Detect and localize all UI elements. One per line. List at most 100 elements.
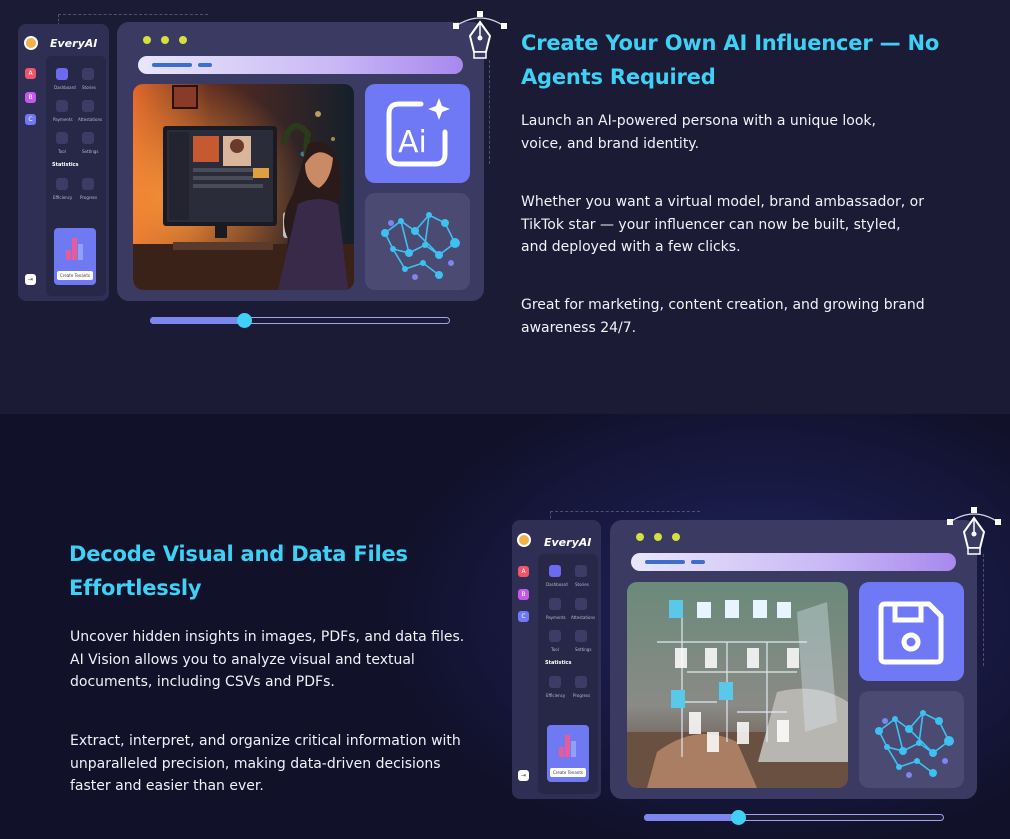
stat-label: Progress <box>573 693 591 698</box>
text-line: Extract, interpret, and organize critica… <box>70 733 461 749</box>
text-line: awareness 24/7. <box>521 319 637 336</box>
sidebar-label: Tool <box>58 149 66 154</box>
influencer-illustration: EveryAI A B C Dashboard Stories Payments… <box>0 0 507 414</box>
dashboard-icon[interactable] <box>549 565 561 577</box>
stat-label: Efficiency <box>546 693 566 698</box>
sidebar-label: Attestations <box>571 615 596 620</box>
documents-photo <box>627 582 848 788</box>
section2-headline: Decode Visual and Data Files Effortlessl… <box>69 537 489 605</box>
address-bar-segment <box>152 63 192 67</box>
settings-icon[interactable] <box>82 132 94 144</box>
text-line: documents, including CSVs and PDFs. <box>70 674 335 690</box>
window-dot <box>179 36 187 44</box>
attestations-icon[interactable] <box>575 598 587 610</box>
window-dot <box>161 36 169 44</box>
logout-icon[interactable]: ⇥ <box>518 770 529 781</box>
section1-paragraph-3: Great for marketing, content creation, a… <box>521 294 971 339</box>
nav-dot-c[interactable]: C <box>518 611 529 622</box>
section1-paragraph-1: Launch an AI-powered persona with a uniq… <box>521 110 971 155</box>
sidebar-label: Dashboard <box>54 85 76 90</box>
avatar <box>517 533 531 547</box>
progress-slider-knob[interactable] <box>731 810 746 825</box>
text-line: and deployed with a few clicks. <box>521 239 741 255</box>
progress-slider-fill <box>644 814 738 821</box>
brand-logo: EveryAI <box>50 37 98 50</box>
logout-icon[interactable]: ⇥ <box>25 274 36 285</box>
sidebar-label: Payments <box>546 615 566 620</box>
network-tile <box>365 193 470 290</box>
section1-headline: Create Your Own AI Influencer — No Agent… <box>521 26 981 94</box>
sidebar-label: Tool <box>551 647 559 652</box>
svg-text:Ai: Ai <box>398 125 427 160</box>
neural-network-icon <box>875 710 954 778</box>
create-tenants-button[interactable]: Create Tenants <box>57 271 93 280</box>
network-tile <box>859 691 964 788</box>
section2-paragraph-1: Uncover hidden insights in images, PDFs,… <box>70 626 500 694</box>
sidebar-label: Stories <box>575 582 589 587</box>
text-line: Great for marketing, content creation, a… <box>521 297 925 313</box>
decor-dash <box>982 554 984 666</box>
bar-chart-icon <box>66 238 83 260</box>
headline-line: Agents Required <box>521 65 716 89</box>
sidebar-label: Attestations <box>78 117 103 122</box>
window-dot <box>143 36 151 44</box>
text-line: Uncover hidden insights in images, PDFs,… <box>70 629 465 645</box>
headline-line: Create Your Own AI Influencer — No <box>521 31 940 55</box>
tool-icon[interactable] <box>549 630 561 642</box>
progress-slider-fill <box>150 317 244 324</box>
section-ai-influencer: EveryAI A B C Dashboard Stories Payments… <box>0 0 1010 414</box>
window-dot <box>672 533 680 541</box>
section-decode-files: Decode Visual and Data Files Effortlessl… <box>0 414 1010 839</box>
stories-icon[interactable] <box>575 565 587 577</box>
neural-network-icon <box>381 212 460 280</box>
text-line: Whether you want a virtual model, brand … <box>521 194 924 210</box>
progress-slider-knob[interactable] <box>237 313 252 328</box>
section1-paragraph-2: Whether you want a virtual model, brand … <box>521 191 971 259</box>
influencer-photo <box>133 84 354 290</box>
text-line: Launch an AI-powered persona with a uniq… <box>521 113 876 129</box>
ai-tile[interactable]: Ai <box>365 84 470 183</box>
settings-icon[interactable] <box>575 630 587 642</box>
pen-tool-icon <box>452 8 508 68</box>
sidebar-label: Settings <box>575 647 592 652</box>
address-bar-segment <box>198 63 212 67</box>
text-line: TikTok star — your influencer can now be… <box>521 216 901 233</box>
nav-dot-a[interactable]: A <box>518 566 529 577</box>
text-line: AI Vision allows you to analyze visual a… <box>70 651 415 668</box>
nav-dot-b[interactable]: B <box>518 589 529 600</box>
payments-icon[interactable] <box>56 100 68 112</box>
vision-illustration: EveryAI A B C Dashboard Stories Payments… <box>500 414 1010 839</box>
floppy-disk-icon <box>878 601 944 665</box>
nav-dot-b[interactable]: B <box>25 92 36 103</box>
avatar <box>24 36 38 50</box>
nav-dot-a[interactable]: A <box>25 68 36 79</box>
text-line: faster and easier than ever. <box>70 778 264 794</box>
stat-label: Efficiency <box>53 195 73 200</box>
address-bar-segment <box>645 560 685 564</box>
attestations-icon[interactable] <box>82 100 94 112</box>
progress-icon <box>82 178 94 190</box>
address-bar-segment <box>691 560 705 564</box>
brand-logo: EveryAI <box>544 536 592 549</box>
sidebar-label: Payments <box>53 117 73 122</box>
sidebar-label: Dashboard <box>546 582 568 587</box>
dashboard-icon[interactable] <box>56 68 68 80</box>
stat-label: Progress <box>80 195 98 200</box>
stories-icon[interactable] <box>82 68 94 80</box>
nav-dot-c[interactable]: C <box>25 114 36 125</box>
headline-line: Decode Visual and Data Files <box>69 542 408 566</box>
efficiency-icon <box>56 178 68 190</box>
bar-chart-icon <box>559 735 576 757</box>
ai-sparkle-icon: Ai <box>386 98 450 167</box>
pen-tool-icon <box>946 504 1002 564</box>
window-dot <box>654 533 662 541</box>
create-tenants-button[interactable]: Create Tenants <box>550 768 586 777</box>
text-line: voice, and brand identity. <box>521 135 700 152</box>
progress-icon <box>575 676 587 688</box>
payments-icon[interactable] <box>549 598 561 610</box>
statistics-title: Statistics <box>52 162 79 168</box>
save-tile[interactable] <box>859 582 964 681</box>
tool-icon[interactable] <box>56 132 68 144</box>
efficiency-icon <box>549 676 561 688</box>
text-line: unparalleled precision, making data-driv… <box>70 755 441 772</box>
